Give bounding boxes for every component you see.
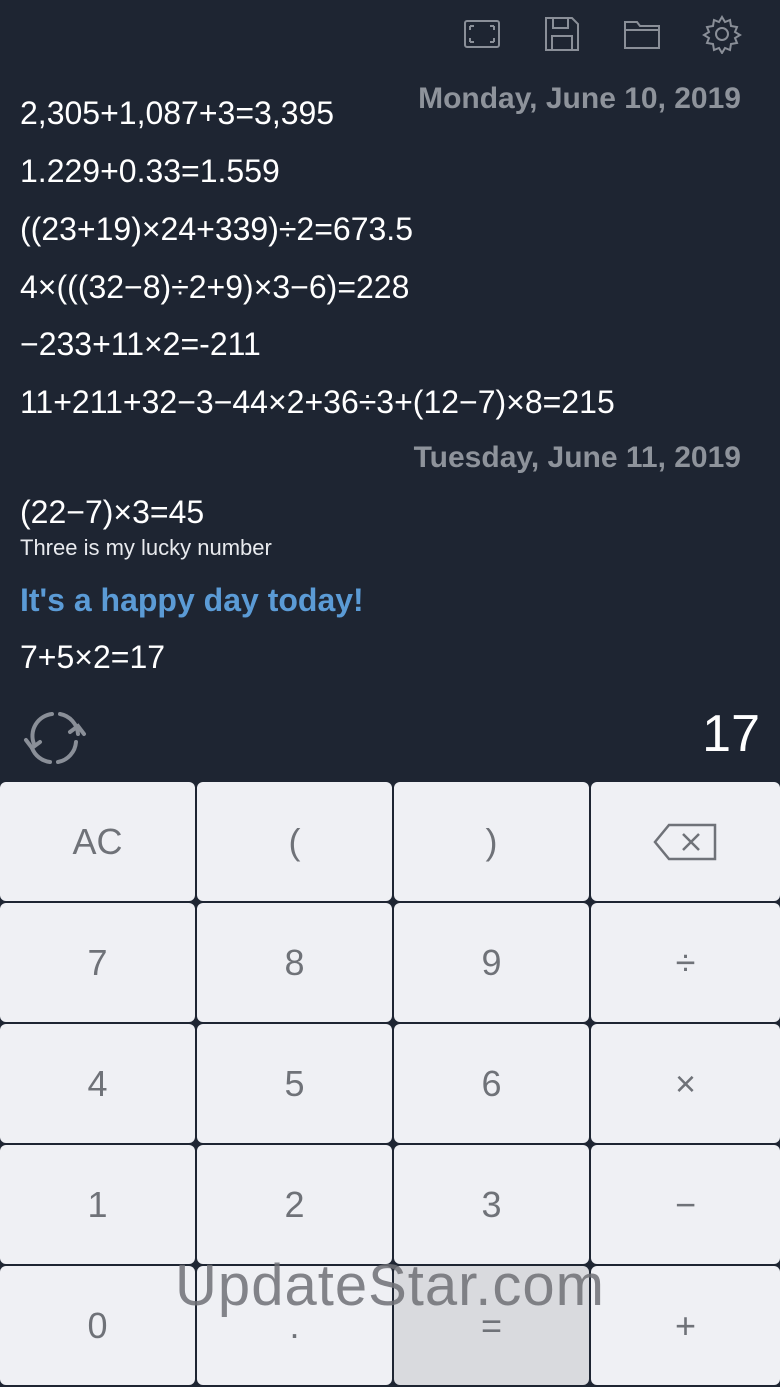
digit-4-key[interactable]: 4 — [0, 1024, 195, 1143]
digit-1-key[interactable]: 1 — [0, 1145, 195, 1264]
digit-9-key[interactable]: 9 — [394, 903, 589, 1022]
date-header: Monday, June 10, 2019 — [418, 82, 741, 115]
history-entry[interactable]: 1.229+0.33=1.559 — [20, 153, 280, 190]
decimal-point-key[interactable]: . — [197, 1266, 392, 1385]
add-key[interactable]: + — [591, 1266, 780, 1385]
open-paren-key[interactable]: ( — [197, 782, 392, 901]
history-entry[interactable]: ((23+19)×24+339)÷2=673.5 — [20, 211, 413, 248]
refresh-icon — [30, 712, 54, 746]
digit-0-key[interactable]: 0 — [0, 1266, 195, 1385]
digit-7-key[interactable]: 7 — [0, 903, 195, 1022]
result-display: 17 — [702, 705, 760, 763]
backspace-icon — [652, 823, 716, 860]
history-entry[interactable]: 7+5×2=17 — [20, 639, 165, 676]
digit-8-key[interactable]: 8 — [197, 903, 392, 1022]
history-entry[interactable]: 11+211+32−3−44×2+36÷3+(12−7)×8=215 — [20, 384, 615, 421]
clear-button[interactable]: AC — [0, 782, 195, 901]
calculation-history[interactable]: Monday, June 10, 2019 2,305+1,087+3=3,39… — [0, 0, 780, 700]
digit-3-key[interactable]: 3 — [394, 1145, 589, 1264]
digit-5-key[interactable]: 5 — [197, 1024, 392, 1143]
history-entry[interactable]: (22−7)×3=45 — [20, 494, 204, 531]
history-comment[interactable]: It's a happy day today! — [20, 582, 364, 619]
equals-key[interactable]: = — [394, 1266, 589, 1385]
entry-note: Three is my lucky number — [20, 535, 272, 560]
history-entry[interactable]: −233+11×2=-211 — [20, 326, 261, 363]
keypad: AC ( ) 7 8 9 ÷ 4 5 6 × 1 2 3 − 0 . = + — [0, 782, 780, 1387]
digit-6-key[interactable]: 6 — [394, 1024, 589, 1143]
subtract-key[interactable]: − — [591, 1145, 780, 1264]
refresh-button[interactable] — [22, 704, 88, 770]
date-header: Tuesday, June 11, 2019 — [413, 441, 741, 474]
history-entry[interactable]: 2,305+1,087+3=3,395 — [20, 95, 334, 132]
divide-key[interactable]: ÷ — [591, 903, 780, 1022]
digit-2-key[interactable]: 2 — [197, 1145, 392, 1264]
close-paren-key[interactable]: ) — [394, 782, 589, 901]
backspace-button[interactable] — [591, 782, 780, 901]
history-entry[interactable]: 4×(((32−8)÷2+9)×3−6)=228 — [20, 269, 409, 306]
multiply-key[interactable]: × — [591, 1024, 780, 1143]
